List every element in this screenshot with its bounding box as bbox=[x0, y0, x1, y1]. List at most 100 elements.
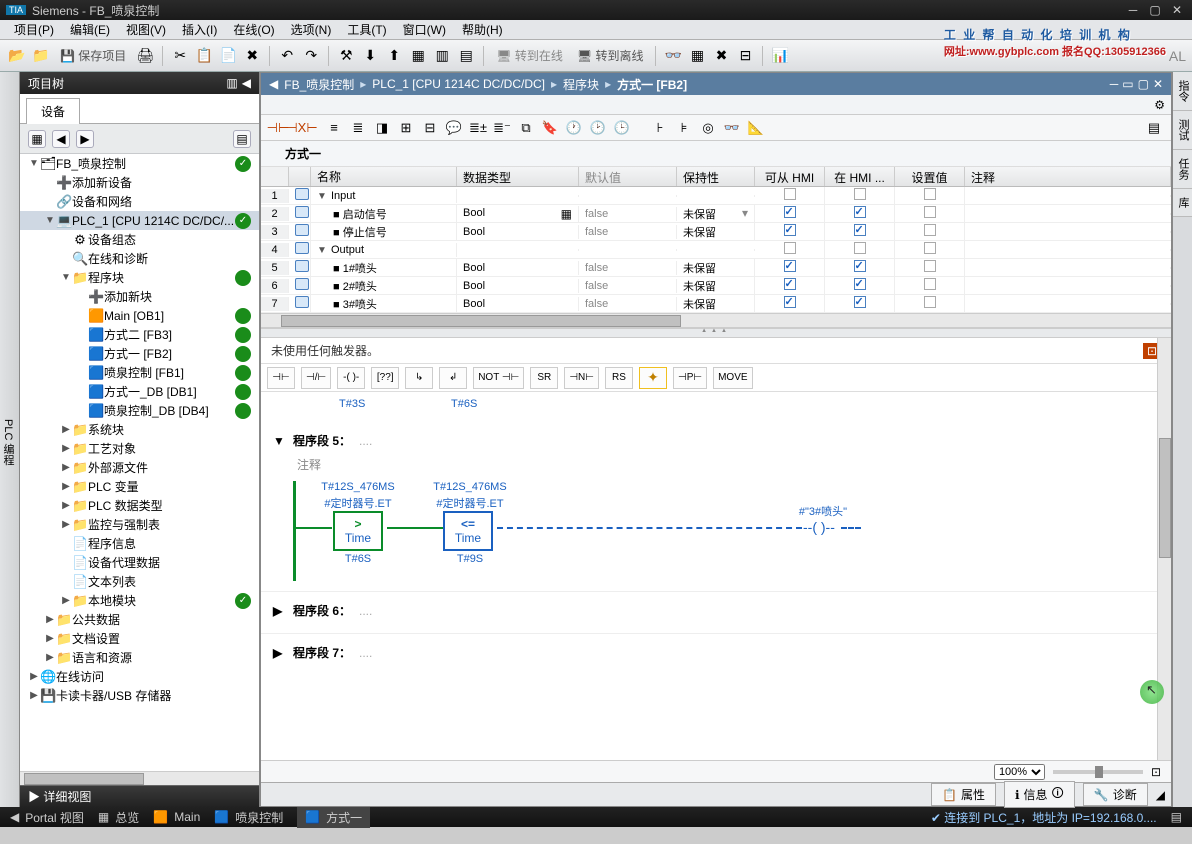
ins-btn-10[interactable]: ✦ bbox=[639, 367, 667, 389]
vt-row-6[interactable]: 6■ 2#喷头Boolfalse未保留 bbox=[261, 277, 1171, 295]
tree-item-5[interactable]: 🔍在线和诊断 bbox=[20, 249, 259, 268]
collapse-tree-icon[interactable]: ▥ bbox=[226, 76, 237, 90]
n5-compare-2[interactable]: <= Time bbox=[443, 511, 493, 551]
tree-item-4[interactable]: ⚙设备组态 bbox=[20, 230, 259, 249]
tree-item-13[interactable]: 🟦喷泉控制_DB [DB4] bbox=[20, 401, 259, 420]
lad-btn-13[interactable]: 🕐 bbox=[563, 118, 585, 138]
tree-nav-2[interactable]: ▤ bbox=[233, 130, 251, 148]
menu-7[interactable]: 窗口(W) bbox=[397, 21, 452, 38]
go-offline-button[interactable]: 🖥 转到离线 bbox=[571, 47, 650, 64]
zoom-slider[interactable] bbox=[1053, 770, 1143, 774]
splitter[interactable] bbox=[261, 328, 1171, 338]
tool-btn-2[interactable]: ▥ bbox=[431, 45, 453, 67]
cut-button[interactable]: ✂ bbox=[169, 45, 191, 67]
menu-3[interactable]: 插入(I) bbox=[176, 21, 223, 38]
lad-btn-17[interactable]: ⊧ bbox=[673, 118, 695, 138]
ins-btn-7[interactable]: SR bbox=[530, 367, 558, 389]
tree-item-27[interactable]: ▶🌐在线访问 bbox=[20, 667, 259, 686]
tree-item-25[interactable]: ▶📁文档设置 bbox=[20, 629, 259, 648]
tree-item-3[interactable]: ▼💻PLC_1 [CPU 1214C DC/DC/...✓ bbox=[20, 211, 259, 230]
tool-btn-3[interactable]: ▤ bbox=[455, 45, 477, 67]
close-button[interactable]: ✕ bbox=[1168, 3, 1186, 17]
menu-1[interactable]: 编辑(E) bbox=[64, 21, 116, 38]
bc-2[interactable]: 程序块 bbox=[563, 76, 599, 93]
lad-btn-2[interactable]: ⊣X⊢ bbox=[291, 118, 313, 138]
network5-comment[interactable]: 注释 bbox=[273, 453, 1159, 481]
ins-btn-1[interactable]: ⊣/⊢ bbox=[301, 367, 331, 389]
vt-hdr-3[interactable]: 数据类型 bbox=[457, 167, 579, 186]
upload-button[interactable]: ⬆ bbox=[383, 45, 405, 67]
editor-maximize-icon[interactable]: ▢ bbox=[1138, 77, 1149, 91]
lad-btn-15[interactable]: 🕒 bbox=[611, 118, 633, 138]
download-button[interactable]: ⬇ bbox=[359, 45, 381, 67]
lad-btn-4[interactable]: ≣ bbox=[347, 118, 369, 138]
ins-btn-8[interactable]: ⊣N⊢ bbox=[564, 367, 599, 389]
lad-btn-20[interactable]: 📐 bbox=[745, 118, 767, 138]
tree-item-21[interactable]: 📄设备代理数据 bbox=[20, 553, 259, 572]
diagnostics-tab[interactable]: 🔧 诊断 bbox=[1083, 783, 1148, 806]
tree-item-10[interactable]: 🟦方式一 [FB2] bbox=[20, 344, 259, 363]
zoom-fit-icon[interactable]: ⊡ bbox=[1151, 765, 1161, 779]
properties-tab[interactable]: 📋 属性 bbox=[931, 783, 996, 806]
info-tab[interactable]: ℹ 信息 🛈 bbox=[1004, 781, 1075, 808]
delete-button[interactable]: ✖ bbox=[241, 45, 263, 67]
menu-5[interactable]: 选项(N) bbox=[285, 21, 338, 38]
lad-btn-6[interactable]: ⊞ bbox=[395, 118, 417, 138]
status-tab-2[interactable]: 🟦 喷泉控制 bbox=[214, 809, 283, 826]
right-tab-0[interactable]: 指令 bbox=[1173, 72, 1192, 111]
tree-item-20[interactable]: 📄程序信息 bbox=[20, 534, 259, 553]
editor-close-icon[interactable]: ✕ bbox=[1153, 77, 1163, 91]
ladder-vscroll[interactable] bbox=[1157, 338, 1171, 760]
editor-restore-icon[interactable]: ▭ bbox=[1122, 77, 1133, 91]
minimize-button[interactable]: ─ bbox=[1124, 3, 1142, 17]
ins-btn-4[interactable]: ↳ bbox=[405, 367, 433, 389]
bc-1[interactable]: PLC_1 [CPU 1214C DC/DC/DC] bbox=[372, 77, 545, 91]
ins-btn-2[interactable]: -( )- bbox=[337, 367, 365, 389]
open-project-button[interactable]: 📁 bbox=[30, 45, 52, 67]
lad-btn-9[interactable]: ≣± bbox=[467, 118, 489, 138]
status-tab-main[interactable]: 🟧 Main bbox=[153, 810, 200, 824]
vt-hdr-6[interactable]: 可从 HMI ... bbox=[755, 167, 825, 186]
menu-0[interactable]: 项目(P) bbox=[8, 21, 60, 38]
vt-hdr-1[interactable] bbox=[289, 167, 311, 186]
device-tab[interactable]: 设备 bbox=[26, 98, 80, 124]
lad-btn-10[interactable]: ≣⁻ bbox=[491, 118, 513, 138]
tool-btn-6[interactable]: ✖ bbox=[710, 45, 732, 67]
overview-button[interactable]: ▦ 总览 bbox=[98, 809, 139, 826]
tree-item-23[interactable]: ▶📁本地模块✓ bbox=[20, 591, 259, 610]
paste-button[interactable]: 📄 bbox=[217, 45, 239, 67]
nav-forward-button[interactable]: ▶ bbox=[76, 130, 94, 148]
nav-back-button[interactable]: ◀ bbox=[52, 130, 70, 148]
vt-row-3[interactable]: 3■ 停止信号Boolfalse未保留 bbox=[261, 223, 1171, 241]
options-row[interactable]: ⚙ bbox=[261, 95, 1171, 115]
lad-btn-12[interactable]: 🔖 bbox=[539, 118, 561, 138]
lad-btn-18[interactable]: ◎ bbox=[697, 118, 719, 138]
tool-btn-8[interactable]: 📊 bbox=[769, 45, 791, 67]
vt-row-7[interactable]: 7■ 3#喷头Boolfalse未保留 bbox=[261, 295, 1171, 313]
lad-btn-21[interactable]: ▤ bbox=[1143, 118, 1165, 138]
tree-item-14[interactable]: ▶📁系统块 bbox=[20, 420, 259, 439]
menu-4[interactable]: 在线(O) bbox=[227, 21, 280, 38]
network6-header[interactable]: ▶程序段 6：.... bbox=[273, 598, 1159, 623]
network5-header[interactable]: ▼程序段 5：.... bbox=[273, 428, 1159, 453]
bottom-collapse-icon[interactable]: ◢ bbox=[1156, 788, 1165, 802]
ins-btn-5[interactable]: ↲ bbox=[439, 367, 467, 389]
network7-header[interactable]: ▶程序段 7：.... bbox=[273, 640, 1159, 665]
tree-item-2[interactable]: 🔗设备和网络 bbox=[20, 192, 259, 211]
lad-btn-16[interactable]: ⊦ bbox=[649, 118, 671, 138]
detail-view-toggle[interactable]: ▶ 详细视图 bbox=[28, 788, 91, 805]
ins-btn-11[interactable]: ⊣P⊢ bbox=[673, 367, 707, 389]
tool-btn-4[interactable]: 👓 bbox=[662, 45, 684, 67]
vt-hdr-4[interactable]: 默认值 bbox=[579, 167, 677, 186]
lad-btn-3[interactable]: ≡ bbox=[323, 118, 345, 138]
tree-item-7[interactable]: ➕添加新块 bbox=[20, 287, 259, 306]
vt-row-5[interactable]: 5■ 1#喷头Boolfalse未保留 bbox=[261, 259, 1171, 277]
portal-view-button[interactable]: ◀ Portal 视图 bbox=[10, 809, 84, 826]
bc-3[interactable]: 方式一 [FB2] bbox=[617, 76, 687, 93]
editor-minimize-icon[interactable]: ─ bbox=[1110, 77, 1119, 91]
save-project-button[interactable]: 💾 保存项目 bbox=[54, 47, 132, 64]
lad-btn-5[interactable]: ◨ bbox=[371, 118, 393, 138]
zoom-select[interactable]: 100% bbox=[994, 764, 1045, 780]
vt-row-1[interactable]: 1▼ Input bbox=[261, 187, 1171, 205]
lad-btn-19[interactable]: 👓 bbox=[721, 118, 743, 138]
